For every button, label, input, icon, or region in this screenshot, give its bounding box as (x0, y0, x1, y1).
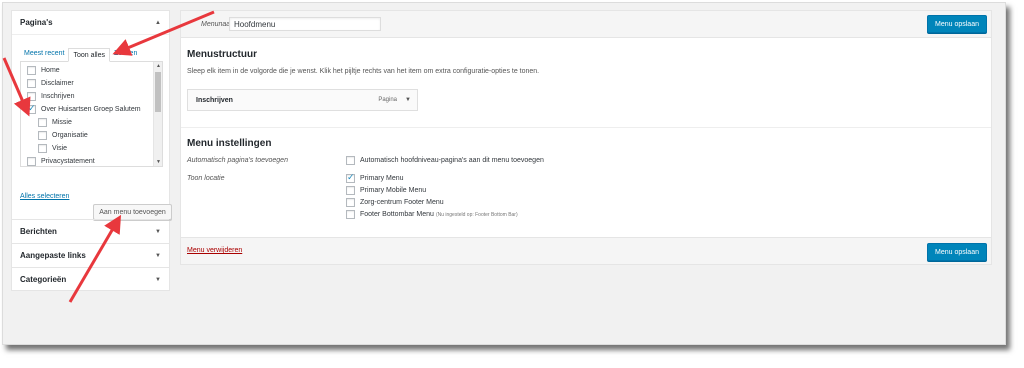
arrow-to-show-all-tab (112, 10, 215, 56)
arrow-to-add-button (68, 214, 122, 303)
annotation-arrows (2, 10, 215, 303)
arrow-to-page-checkbox (2, 57, 31, 117)
